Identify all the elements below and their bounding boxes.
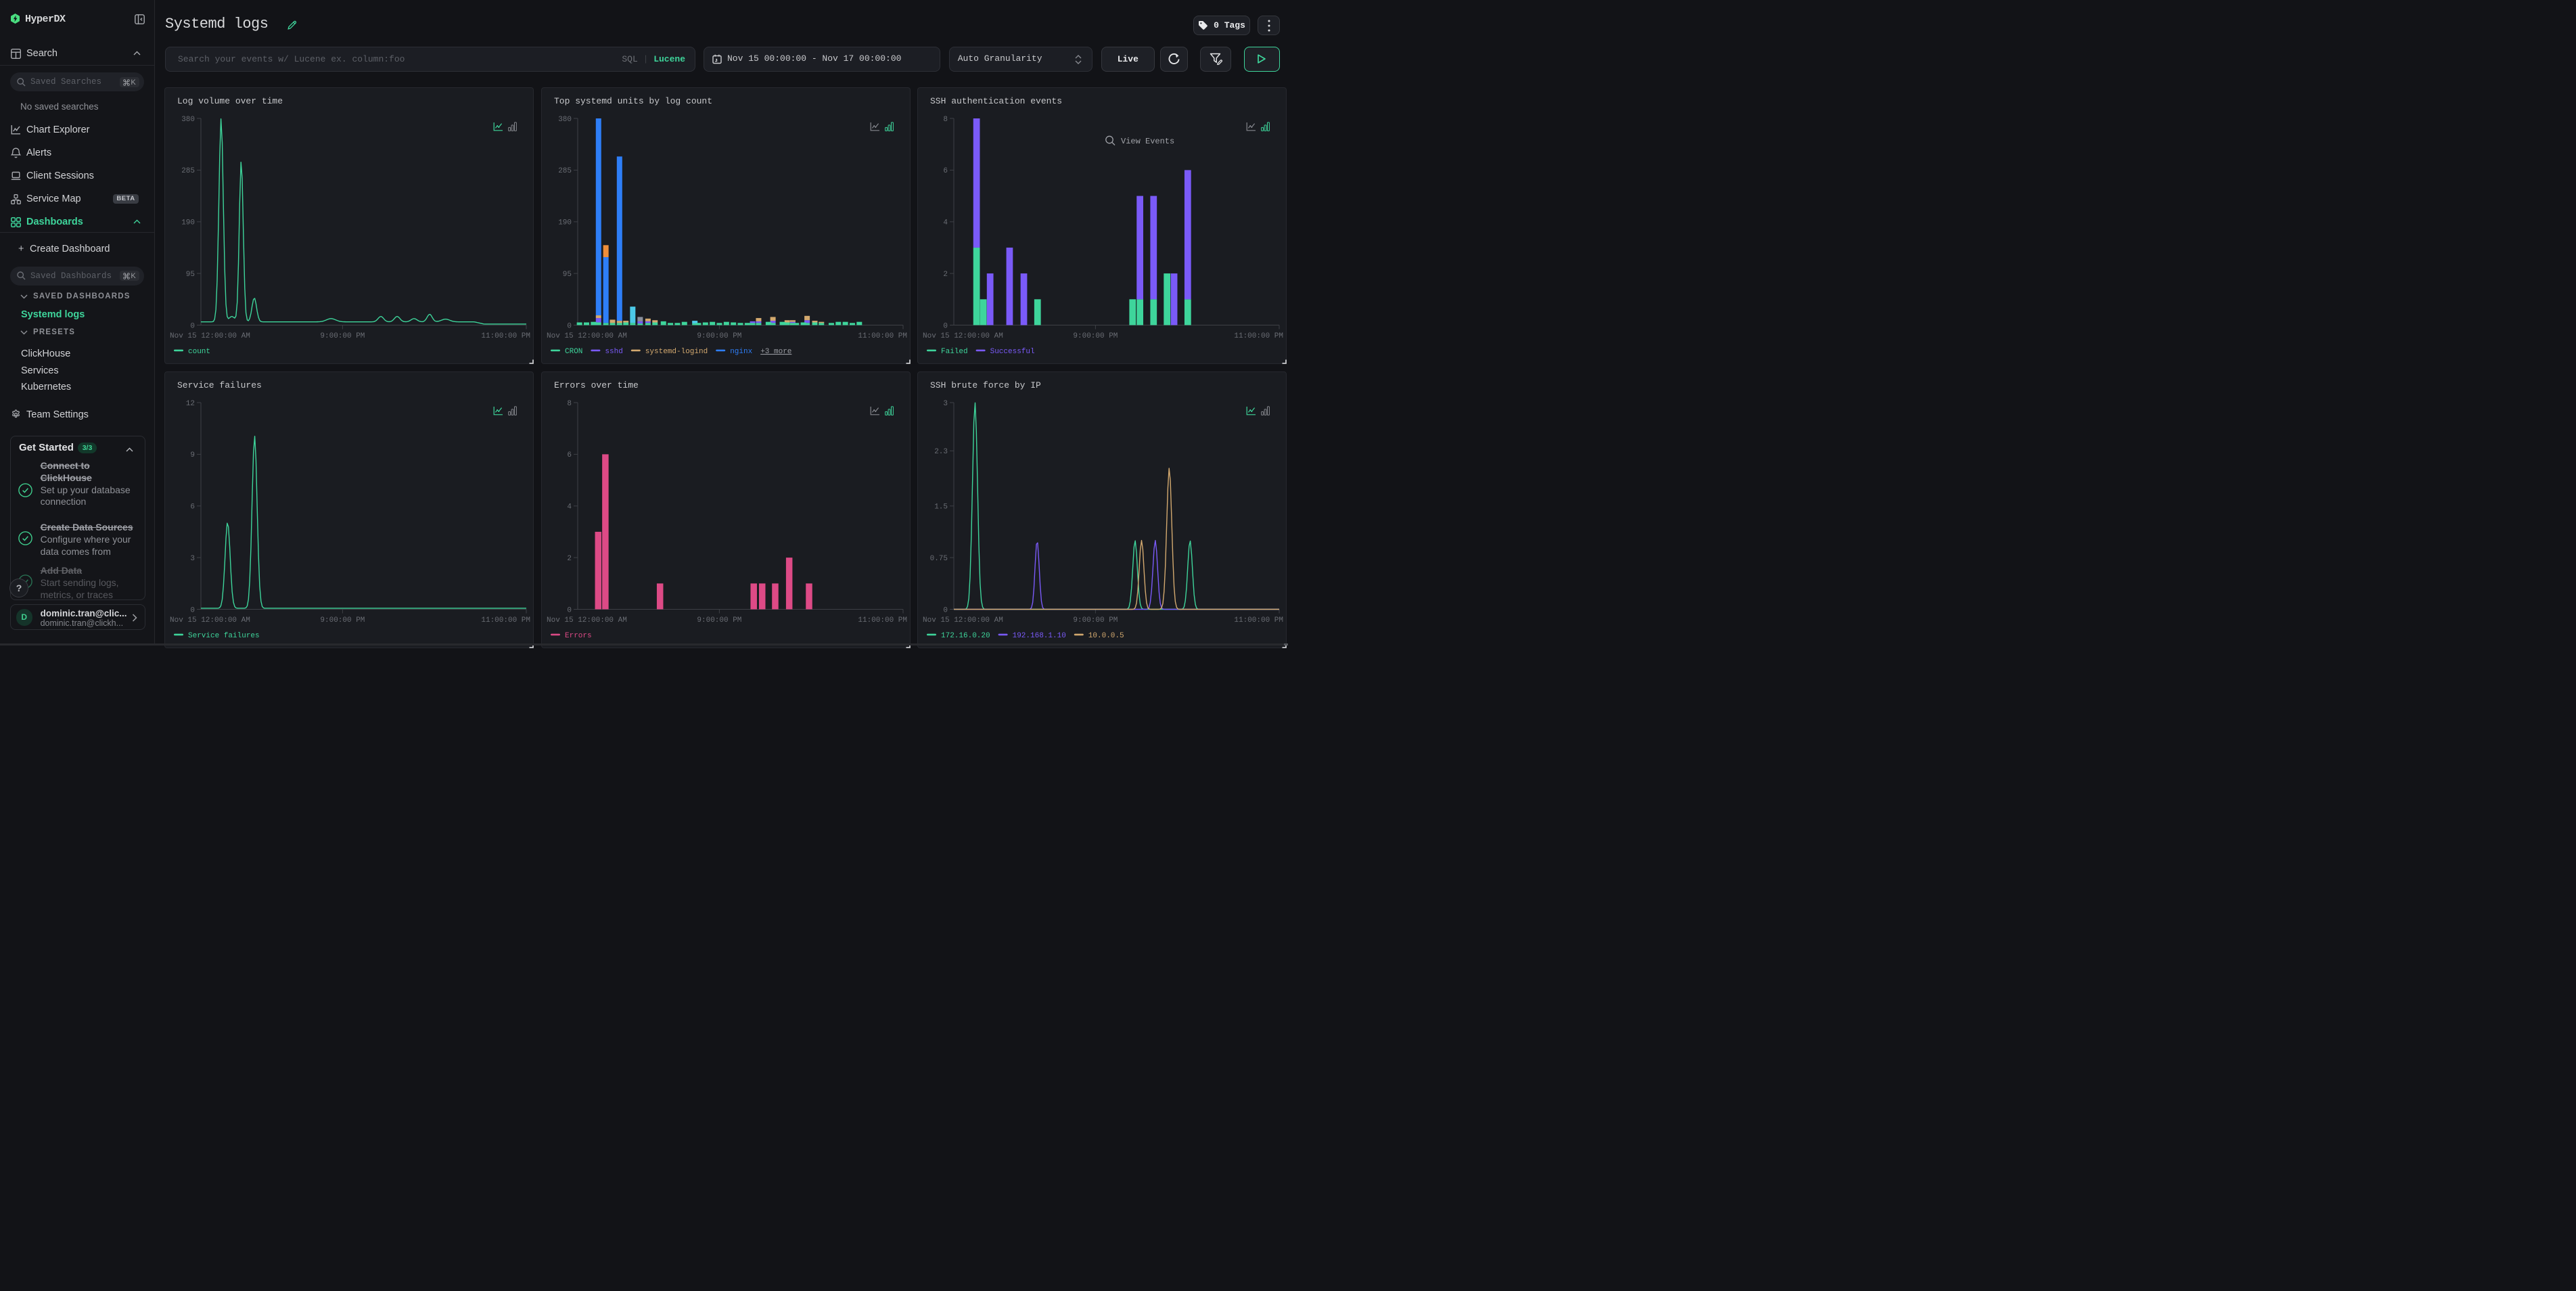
svg-text:Nov 15 12:00:00 AM: Nov 15 12:00:00 AM [923, 332, 1003, 340]
svg-text:9:00:00 PM: 9:00:00 PM [320, 332, 365, 340]
svg-text:6: 6 [943, 167, 948, 175]
svg-text:Nov 15 12:00:00 AM: Nov 15 12:00:00 AM [170, 616, 250, 625]
svg-text:192.168.1.10: 192.168.1.10 [1013, 632, 1066, 640]
svg-text:9:00:00 PM: 9:00:00 PM [697, 332, 741, 340]
svg-text:Service failures: Service failures [188, 632, 260, 640]
svg-text:count: count [188, 348, 210, 356]
svg-text:Failed: Failed [941, 348, 968, 356]
svg-text:0.75: 0.75 [930, 555, 948, 563]
svg-text:12: 12 [186, 400, 195, 408]
svg-text:0: 0 [190, 606, 195, 614]
svg-text:95: 95 [186, 271, 195, 279]
svg-text:190: 190 [181, 219, 195, 227]
svg-text:285: 285 [181, 167, 195, 175]
svg-text:2.3: 2.3 [934, 448, 948, 456]
svg-text:Nov 15 12:00:00 AM: Nov 15 12:00:00 AM [923, 616, 1003, 625]
svg-text:11:00:00 PM: 11:00:00 PM [481, 616, 530, 625]
svg-text:Nov 15 12:00:00 AM: Nov 15 12:00:00 AM [170, 332, 250, 340]
svg-text:172.16.0.20: 172.16.0.20 [941, 632, 990, 640]
svg-text:Errors: Errors [565, 632, 592, 640]
svg-text:10.0.0.5: 10.0.0.5 [1088, 632, 1124, 640]
svg-text:Nov 15 12:00:00 AM: Nov 15 12:00:00 AM [547, 332, 627, 340]
svg-text:CRON: CRON [565, 348, 582, 356]
svg-text:3: 3 [943, 400, 948, 408]
svg-text:0: 0 [190, 322, 195, 330]
svg-text:sshd: sshd [605, 348, 622, 356]
svg-text:9:00:00 PM: 9:00:00 PM [1073, 332, 1118, 340]
svg-text:nginx: nginx [730, 348, 752, 356]
svg-text:0: 0 [943, 322, 948, 330]
svg-text:Successful: Successful [990, 348, 1035, 356]
svg-text:8: 8 [567, 400, 572, 408]
svg-text:2: 2 [943, 271, 948, 279]
svg-text:Nov 15 12:00:00 AM: Nov 15 12:00:00 AM [547, 616, 627, 625]
svg-text:0: 0 [567, 606, 572, 614]
svg-text:4: 4 [567, 503, 572, 512]
svg-text:9:00:00 PM: 9:00:00 PM [320, 616, 365, 625]
svg-text:0: 0 [943, 606, 948, 614]
svg-text:1.5: 1.5 [934, 503, 948, 512]
svg-text:2: 2 [567, 555, 572, 563]
svg-text:9:00:00 PM: 9:00:00 PM [697, 616, 741, 625]
svg-text:11:00:00 PM: 11:00:00 PM [858, 616, 907, 625]
svg-text:4: 4 [943, 219, 948, 227]
svg-text:190: 190 [558, 219, 572, 227]
svg-text:6: 6 [567, 451, 572, 459]
svg-text:systemd-logind: systemd-logind [645, 348, 708, 356]
svg-text:8: 8 [943, 116, 948, 124]
svg-text:0: 0 [567, 322, 572, 330]
svg-text:9: 9 [190, 451, 195, 459]
svg-text:9:00:00 PM: 9:00:00 PM [1073, 616, 1118, 625]
svg-text:380: 380 [181, 116, 195, 124]
svg-text:View Events: View Events [1121, 137, 1174, 146]
svg-text:285: 285 [558, 167, 572, 175]
svg-text:11:00:00 PM: 11:00:00 PM [1234, 616, 1283, 625]
svg-text:+3 more: +3 more [760, 348, 791, 356]
svg-text:95: 95 [563, 271, 572, 279]
svg-text:6: 6 [190, 503, 195, 512]
svg-text:380: 380 [558, 116, 572, 124]
svg-text:11:00:00 PM: 11:00:00 PM [858, 332, 907, 340]
svg-text:3: 3 [190, 555, 195, 563]
svg-text:11:00:00 PM: 11:00:00 PM [1234, 332, 1283, 340]
svg-text:11:00:00 PM: 11:00:00 PM [481, 332, 530, 340]
